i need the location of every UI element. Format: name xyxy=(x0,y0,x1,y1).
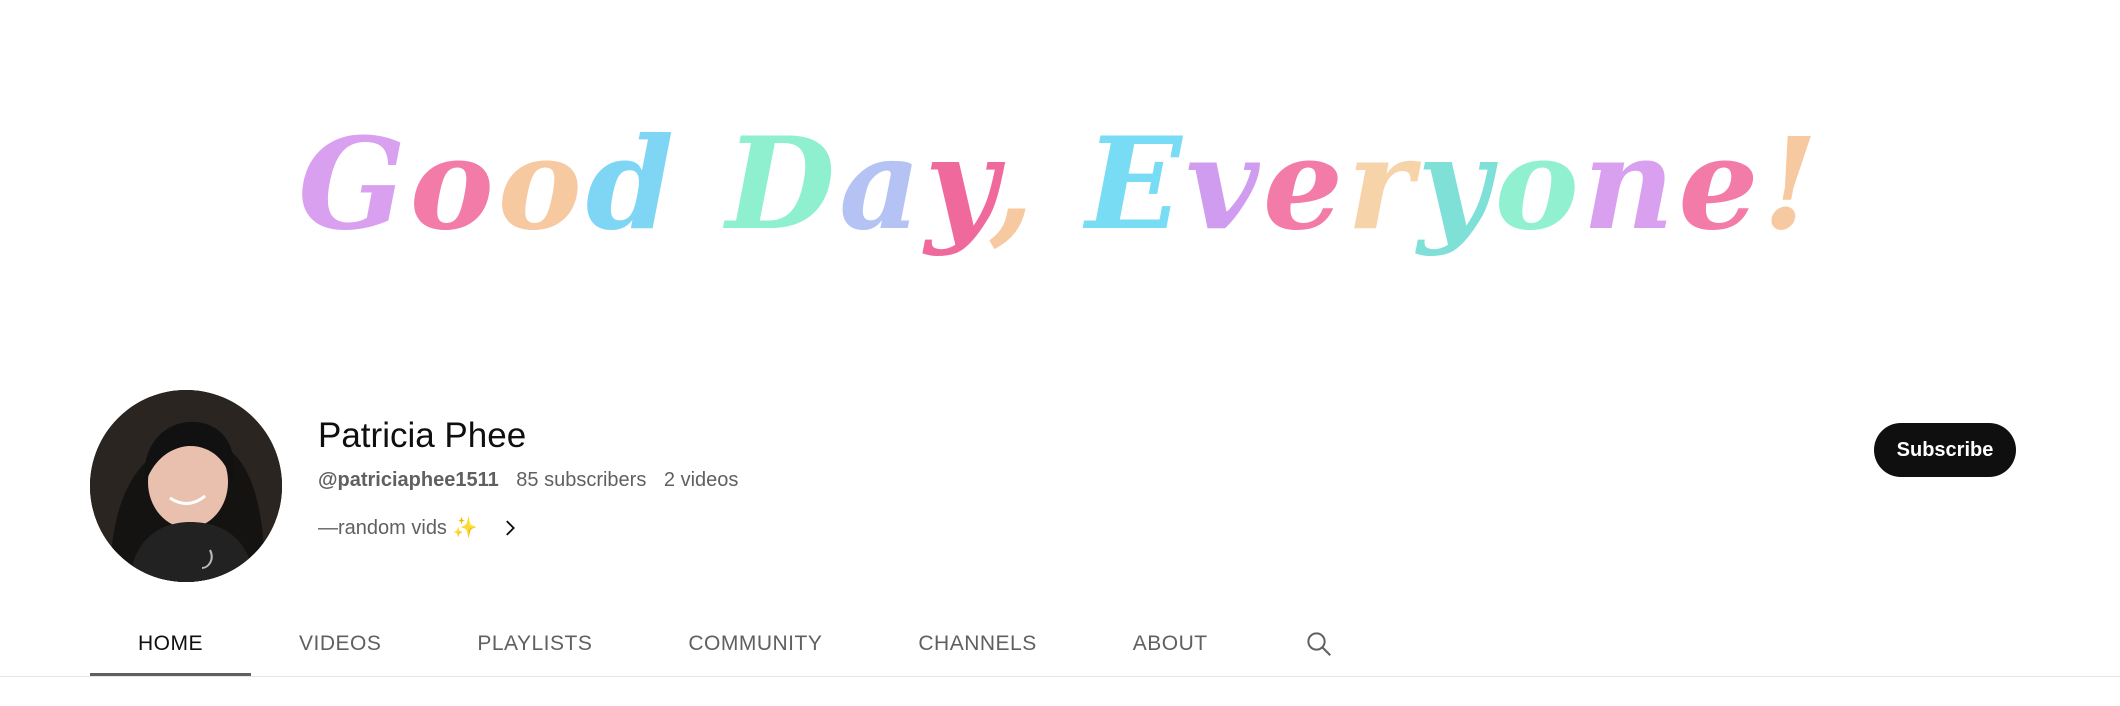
channel-name: Patricia Phee xyxy=(318,416,527,455)
tab-videos[interactable]: VIDEOS xyxy=(251,612,429,676)
channel-handle: @patriciaphee1511 xyxy=(318,469,499,491)
banner-letter: o xyxy=(498,110,586,258)
tab-home[interactable]: HOME xyxy=(90,612,251,677)
banner-letter: e xyxy=(1263,110,1347,258)
channel-page: Good Day, Everyone! Patricia Phee @patri… xyxy=(0,0,2120,706)
banner-letter: y xyxy=(1414,110,1498,258)
banner-letter: e xyxy=(1678,110,1762,258)
banner-letter: o xyxy=(410,110,498,258)
tab-label: CHANNELS xyxy=(918,632,1037,655)
tab-community[interactable]: COMMUNITY xyxy=(640,612,870,676)
banner-letter: , xyxy=(989,110,1038,258)
banner-letter: n xyxy=(1583,110,1679,258)
search-icon[interactable] xyxy=(1256,612,1362,676)
chevron-right-icon[interactable] xyxy=(499,517,521,539)
banner-letter: E xyxy=(1083,110,1186,258)
video-count: 2 videos xyxy=(663,469,739,491)
avatar-image xyxy=(90,390,282,582)
channel-banner: Good Day, Everyone! xyxy=(0,0,2120,372)
banner-letter xyxy=(1038,110,1086,258)
banner-letter: G xyxy=(298,110,410,258)
tabs-divider xyxy=(0,676,2120,677)
banner-letter: v xyxy=(1186,110,1263,258)
channel-meta: @patriciaphee1511 85 subscribers 2 video… xyxy=(318,466,750,494)
tab-label: PLAYLISTS xyxy=(477,632,593,655)
banner-letter: d xyxy=(586,110,678,258)
channel-avatar[interactable] xyxy=(90,390,282,582)
banner-letter: o xyxy=(1495,110,1583,258)
banner-letter: r xyxy=(1347,110,1422,258)
tab-playlists[interactable]: PLAYLISTS xyxy=(429,612,640,676)
tab-label: VIDEOS xyxy=(299,632,382,655)
subscriber-count: 85 subscribers xyxy=(516,469,647,491)
tab-about[interactable]: ABOUT xyxy=(1085,612,1256,676)
tab-channels[interactable]: CHANNELS xyxy=(870,612,1084,676)
tab-label: COMMUNITY xyxy=(688,632,823,655)
banner-letter: ! xyxy=(1763,110,1822,258)
channel-tabs: HOME VIDEOS PLAYLISTS COMMUNITY CHANNELS… xyxy=(90,612,1362,677)
banner-letter: D xyxy=(723,110,839,258)
banner-letter xyxy=(678,110,726,258)
tab-label: HOME xyxy=(138,632,203,655)
banner-letter: a xyxy=(839,110,925,258)
channel-description: —random vids ✨ xyxy=(318,517,478,539)
channel-description-row[interactable]: —random vids ✨ xyxy=(318,514,521,542)
tab-label: ABOUT xyxy=(1132,632,1208,655)
banner-text: Good Day, Everyone! xyxy=(298,110,1822,258)
subscribe-button[interactable]: Subscribe xyxy=(1874,423,2016,477)
banner-art: Good Day, Everyone! xyxy=(298,110,1822,258)
